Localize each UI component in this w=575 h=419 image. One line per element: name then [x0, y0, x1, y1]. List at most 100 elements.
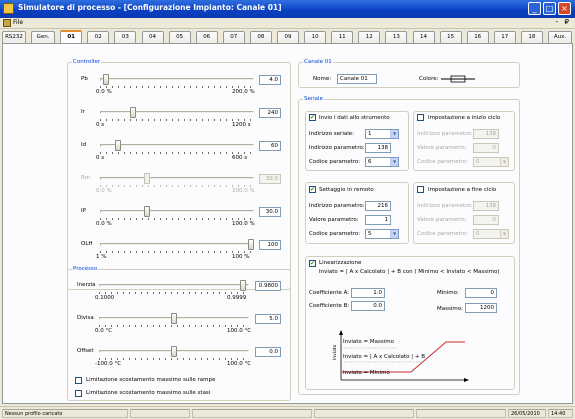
slider-value-input[interactable]: 30.0	[259, 207, 281, 217]
tab-08[interactable]: 08	[249, 31, 272, 43]
coef-a-label: Coefficiente A:	[309, 290, 350, 296]
remote-param-code-dropdown[interactable]: 5 ▼	[365, 229, 399, 239]
tab-17[interactable]: 17	[493, 31, 516, 43]
min-input[interactable]: 0	[465, 288, 497, 298]
tab-16[interactable]: 16	[466, 31, 489, 43]
slider-value-input[interactable]: 0.0	[255, 347, 281, 357]
process-title: Processo	[72, 266, 99, 272]
start-param-value-input[interactable]: 0	[473, 143, 499, 153]
chevron-down-icon: ▼	[390, 130, 398, 138]
linear-checkbox[interactable]: ✔	[309, 260, 316, 267]
tab-aux[interactable]: Aux.	[548, 31, 572, 43]
remote-param-value-input[interactable]: 1	[365, 215, 391, 225]
mdi-controls[interactable]: - ₽	[556, 18, 571, 26]
slider[interactable]	[100, 206, 254, 220]
slider-value-input[interactable]: 4.0	[259, 75, 281, 85]
menu-file[interactable]: File	[13, 19, 23, 26]
tab-13[interactable]: 13	[385, 31, 408, 43]
coef-a-input[interactable]: 1.0	[351, 288, 385, 298]
start-param-index-input[interactable]: 138	[473, 129, 499, 139]
slider-thumb[interactable]	[115, 140, 121, 151]
send-param-code-dropdown[interactable]: 6 ▼	[365, 157, 399, 167]
tab-12[interactable]: 12	[358, 31, 381, 43]
tab-06[interactable]: 06	[195, 31, 218, 43]
color-line-swatch[interactable]	[441, 74, 475, 84]
slider-thumb[interactable]	[103, 74, 109, 85]
slider-value-input[interactable]: 60	[259, 141, 281, 151]
minimize-button[interactable]: _	[528, 2, 541, 15]
status-date: 26/05/2010	[508, 409, 546, 418]
graph-min-label: Inviato = Minimo	[343, 370, 390, 376]
slider-thumb[interactable]	[144, 173, 150, 184]
slider[interactable]	[100, 173, 254, 187]
slider[interactable]	[99, 280, 249, 294]
slider-value-input[interactable]: 5.0	[255, 314, 281, 324]
window-title: Simulatore di processo - [Configurazione…	[18, 3, 282, 12]
slider-thumb[interactable]	[248, 239, 254, 250]
maximize-button[interactable]: □	[543, 2, 556, 15]
slider-value-input[interactable]: 100	[259, 240, 281, 250]
start-param-code-dropdown[interactable]: 0 ▼	[473, 157, 509, 167]
slider-thumb[interactable]	[171, 346, 177, 357]
tab-02[interactable]: 02	[87, 31, 110, 43]
end-param-code-dropdown[interactable]: 0 ▼	[473, 229, 509, 239]
slider[interactable]	[99, 313, 249, 327]
close-button[interactable]: ×	[558, 2, 571, 15]
end-param-index-input[interactable]: 138	[473, 201, 499, 211]
remote-checkbox[interactable]: ✔	[309, 186, 316, 193]
slider-max-label: 200.0 %	[232, 89, 255, 95]
stasi-label: Limitazione scostamento massimo sulle st…	[86, 390, 211, 396]
tab-14[interactable]: 14	[412, 31, 435, 43]
tab-11[interactable]: 11	[331, 31, 354, 43]
tab-15[interactable]: 15	[439, 31, 462, 43]
slider-min-label: 0.0 %	[96, 221, 112, 227]
channel-group: Canale 01	[298, 59, 520, 88]
graph-axis-label: Inviato	[333, 344, 338, 360]
end-param-value-input[interactable]: 0	[473, 215, 499, 225]
max-input[interactable]: 1200	[465, 303, 497, 313]
tab-07[interactable]: 07	[222, 31, 245, 43]
status-cell-1	[130, 409, 190, 418]
name-input[interactable]: Canale 01	[337, 74, 377, 84]
start-cycle-checkbox[interactable]	[417, 114, 424, 121]
send-checkbox[interactable]: ✔	[309, 114, 316, 121]
tab-10[interactable]: 10	[304, 31, 327, 43]
slider-label: Ir	[81, 109, 85, 115]
end-cycle-checkbox[interactable]	[417, 186, 424, 193]
remote-param-value-label: Valore parametro:	[309, 217, 359, 223]
slider[interactable]	[100, 140, 254, 154]
send-param-index-label: Indirizzo parametro:	[309, 145, 365, 151]
slider-min-label: -100.0 °C	[95, 361, 122, 367]
slider-thumb[interactable]	[171, 313, 177, 324]
chevron-down-icon: ▼	[500, 230, 508, 238]
tab-18[interactable]: 18	[520, 31, 543, 43]
slider-value-input[interactable]: 240	[259, 108, 281, 118]
send-param-index-input[interactable]: 138	[365, 143, 391, 153]
tab-rs232[interactable]: RS232	[2, 31, 26, 43]
slider-ticks	[99, 325, 249, 327]
tab-05[interactable]: 05	[168, 31, 191, 43]
tab-03[interactable]: 03	[114, 31, 137, 43]
tab-04[interactable]: 04	[141, 31, 164, 43]
slider-track	[100, 78, 254, 81]
linear-label: Linearizzazione	[319, 260, 362, 266]
slider-value-input[interactable]: 30.0	[259, 174, 281, 184]
slider-min-label: 0.0 %	[96, 188, 112, 194]
remote-param-index-input[interactable]: 216	[365, 201, 391, 211]
slider[interactable]	[100, 107, 254, 121]
tab-09[interactable]: 09	[277, 31, 299, 43]
slider-track	[99, 284, 249, 287]
tab-01[interactable]: 01	[60, 30, 83, 43]
slider[interactable]	[100, 239, 254, 253]
slider[interactable]	[99, 346, 249, 360]
coef-b-input[interactable]: 0.0	[351, 301, 385, 311]
slider-thumb[interactable]	[130, 107, 136, 118]
ramps-checkbox[interactable]	[75, 377, 82, 384]
slider-value-input[interactable]: 0.9800	[255, 281, 281, 291]
serial-index-dropdown[interactable]: 1 ▼	[365, 129, 399, 139]
slider[interactable]	[100, 74, 254, 88]
tab-gen[interactable]: Gen.	[31, 31, 56, 43]
slider-thumb[interactable]	[240, 280, 246, 291]
slider-thumb[interactable]	[144, 206, 150, 217]
stasi-checkbox[interactable]	[75, 390, 82, 397]
